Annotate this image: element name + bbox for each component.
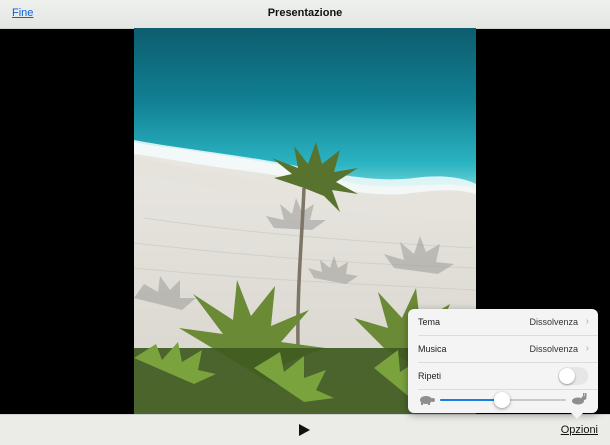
repeat-label: Ripeti [418,371,442,381]
chevron-right-icon: › [585,316,589,327]
options-popover: Tema Dissolvenza › Musica Dissolvenza › … [408,309,598,419]
theme-label: Tema [418,317,441,327]
theme-value: Dissolvenza [529,317,578,327]
speed-slider[interactable] [440,392,566,408]
music-row[interactable]: Musica Dissolvenza › [408,336,598,362]
toggle-knob [559,368,575,384]
hare-icon [570,392,588,410]
speed-slider-thumb[interactable] [493,392,510,408]
repeat-row: Ripeti [408,363,598,389]
turtle-icon [418,392,436,410]
options-button[interactable]: Opzioni [561,424,598,436]
page-title: Presentazione [267,7,343,19]
bottom-toolbar: Opzioni [0,414,610,445]
speed-slider-fill [440,399,502,401]
music-label: Musica [418,344,447,354]
play-icon[interactable] [296,423,312,437]
chevron-right-icon: › [585,343,589,354]
music-value: Dissolvenza [529,344,578,354]
speed-slider-row [408,389,598,409]
repeat-toggle[interactable] [558,367,588,385]
top-toolbar: Fine Presentazione [0,0,610,29]
theme-row[interactable]: Tema Dissolvenza › [408,309,598,335]
